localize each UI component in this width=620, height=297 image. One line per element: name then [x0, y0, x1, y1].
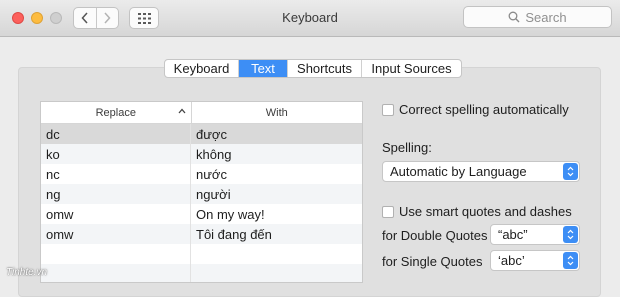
single-quotes-popup[interactable]: ‘abc’: [490, 250, 580, 271]
replace-cell: [41, 264, 191, 282]
table-header: Replace With: [41, 102, 362, 124]
replace-cell: omw: [41, 224, 191, 244]
checkbox-box[interactable]: [382, 103, 394, 116]
spelling-label: Spelling:: [382, 140, 432, 155]
title-bar: Keyboard Search: [0, 0, 620, 37]
tab-keyboard[interactable]: Keyboard: [165, 60, 238, 77]
text-replacement-table[interactable]: Replace With dc được ko không nc nước ng…: [40, 101, 363, 283]
checkbox-box[interactable]: [382, 205, 394, 218]
search-field[interactable]: Search: [463, 6, 612, 28]
smart-quotes-label: Use smart quotes and dashes: [399, 204, 572, 219]
with-cell: [191, 264, 362, 282]
chevron-up-down-icon: [567, 255, 574, 266]
search-icon: [508, 11, 520, 23]
with-cell: không: [196, 146, 232, 162]
column-header-replace[interactable]: Replace: [41, 102, 192, 123]
table-row[interactable]: ng người: [41, 184, 362, 204]
single-quotes-value: ‘abc’: [498, 253, 525, 268]
table-row[interactable]: omw Tôi đang đến: [41, 224, 362, 244]
spelling-value: Automatic by Language: [390, 164, 527, 179]
with-cell: [191, 244, 362, 264]
correct-spelling-checkbox[interactable]: Correct spelling automatically: [382, 102, 569, 117]
with-cell: người: [196, 186, 231, 202]
search-placeholder: Search: [525, 9, 567, 25]
popup-stepper: [563, 163, 578, 180]
single-quotes-label: for Single Quotes: [382, 254, 483, 269]
popup-stepper: [563, 252, 578, 269]
tab-shortcuts[interactable]: Shortcuts: [287, 60, 361, 77]
with-cell: On my way!: [196, 206, 265, 222]
with-cell: nước: [196, 166, 227, 182]
tab-bar: Keyboard Text Shortcuts Input Sources: [164, 59, 462, 78]
table-row[interactable]: ko không: [41, 144, 362, 164]
double-quotes-label: for Double Quotes: [382, 228, 488, 243]
with-cell: Tôi đang đến: [196, 226, 272, 242]
replace-cell: dc: [41, 124, 191, 144]
table-row[interactable]: dc được: [41, 124, 362, 144]
replace-cell: omw: [41, 204, 191, 224]
smart-quotes-checkbox[interactable]: Use smart quotes and dashes: [382, 204, 572, 219]
tab-text[interactable]: Text: [238, 60, 287, 77]
replace-cell: ng: [41, 184, 191, 204]
replace-cell: nc: [41, 164, 191, 184]
table-row[interactable]: nc nước: [41, 164, 362, 184]
replace-cell: ko: [41, 144, 191, 164]
popup-stepper: [563, 226, 578, 243]
chevron-up-down-icon: [567, 229, 574, 240]
table-row[interactable]: omw On my way!: [41, 204, 362, 224]
double-quotes-value: “abc”: [498, 227, 528, 242]
column-header-with[interactable]: With: [192, 102, 362, 123]
sort-ascending-icon: [178, 108, 186, 114]
double-quotes-popup[interactable]: “abc”: [490, 224, 580, 245]
correct-spelling-label: Correct spelling automatically: [399, 102, 569, 117]
chevron-up-down-icon: [567, 166, 574, 177]
replace-cell: [41, 244, 191, 264]
watermark: Tinhte.vn: [6, 267, 48, 278]
table-body: dc được ko không nc nước ng người omw On…: [41, 124, 362, 282]
with-cell: được: [196, 126, 227, 142]
table-row: [41, 264, 362, 282]
table-row: [41, 244, 362, 264]
spelling-popup[interactable]: Automatic by Language: [382, 161, 580, 182]
tab-input-sources[interactable]: Input Sources: [361, 60, 461, 77]
